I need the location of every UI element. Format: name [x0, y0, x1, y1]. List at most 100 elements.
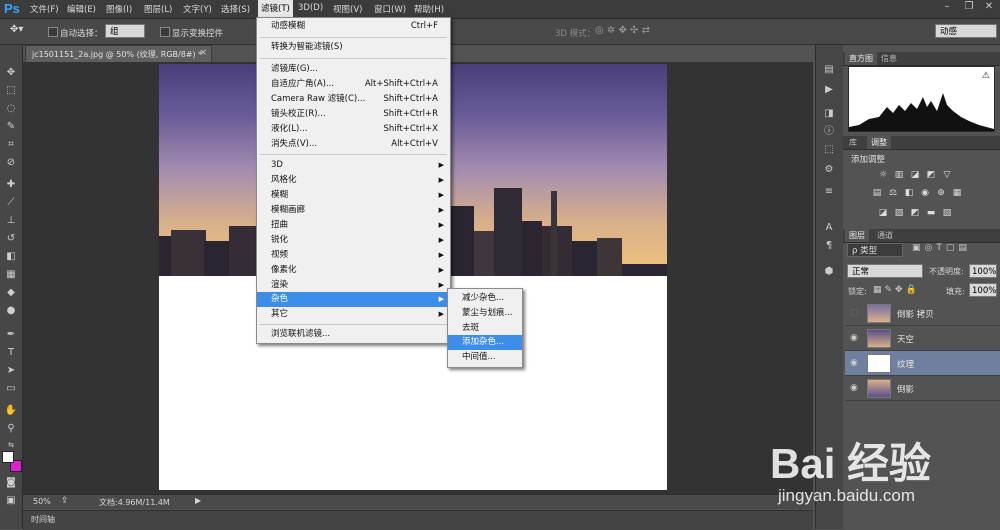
- blur-tool-icon[interactable]: ◆: [3, 285, 19, 301]
- tab-histogram[interactable]: 直方图: [845, 52, 877, 65]
- blend-mode-dropdown[interactable]: 正常: [847, 264, 923, 278]
- paragraph-panel-icon[interactable]: ¶: [822, 239, 836, 253]
- layer-row[interactable]: ▢ 倒影 拷贝: [845, 301, 1000, 326]
- menu-item-pixelate[interactable]: 像素化 ▶: [257, 263, 450, 278]
- threshold-icon[interactable]: ◩: [910, 208, 920, 218]
- menu-item-distort[interactable]: 扭曲 ▶: [257, 218, 450, 233]
- submenu-item-reduce-noise[interactable]: 减少杂色...: [448, 291, 522, 306]
- minimize-icon[interactable]: –: [936, 1, 958, 15]
- brush-panel-icon[interactable]: ≡: [822, 185, 836, 199]
- auto-select-dropdown[interactable]: 组: [105, 24, 145, 38]
- crop-tool-icon[interactable]: ⌗: [3, 137, 19, 153]
- fill-input[interactable]: 100%: [969, 283, 997, 297]
- maximize-icon[interactable]: ❐: [958, 1, 980, 15]
- dodge-tool-icon[interactable]: ●: [3, 303, 19, 319]
- menu-item-liquify[interactable]: 液化(L)... Shift+Ctrl+X: [257, 122, 450, 137]
- color-lookup-icon[interactable]: ▦: [952, 188, 962, 198]
- timeline-label[interactable]: 时间轴: [31, 514, 55, 525]
- menu-item-blur-gallery[interactable]: 模糊画廊 ▶: [257, 203, 450, 218]
- styles-panel-icon[interactable]: ⬚: [822, 143, 836, 157]
- menu-item-blur[interactable]: 模糊 ▶: [257, 188, 450, 203]
- foreground-color-swatch[interactable]: [2, 451, 14, 463]
- brush-tool-icon[interactable]: ⟋: [3, 195, 19, 211]
- menu-edit[interactable]: 编辑(E): [67, 3, 96, 15]
- 3d-panel-icon[interactable]: ⬢: [822, 265, 836, 279]
- warning-icon[interactable]: ⚠: [982, 71, 990, 81]
- layer-row[interactable]: ◉ 天空: [845, 326, 1000, 351]
- quick-select-tool-icon[interactable]: ✎: [3, 119, 19, 135]
- healing-tool-icon[interactable]: ✚: [3, 177, 19, 193]
- color-balance-icon[interactable]: ⚖: [888, 188, 898, 198]
- 3d-mode-icons[interactable]: ◎ ✲ ✥ ✣ ⇄: [595, 25, 650, 36]
- menu-item-noise[interactable]: 杂色 ▶: [257, 292, 450, 307]
- invert-icon[interactable]: ◪: [878, 208, 888, 218]
- gradient-tool-icon[interactable]: ▦: [3, 267, 19, 283]
- menu-item-convert-smart-filter[interactable]: 转换为智能滤镜(S): [257, 40, 450, 55]
- tab-adjustments[interactable]: 调整: [867, 136, 891, 149]
- menu-item-camera-raw[interactable]: Camera Raw 滤镜(C)... Shift+Ctrl+A: [257, 92, 450, 107]
- history-panel-icon[interactable]: ▤: [822, 63, 836, 77]
- tab-info[interactable]: 信息: [877, 52, 901, 65]
- posterize-icon[interactable]: ▨: [894, 208, 904, 218]
- visibility-off-icon[interactable]: ▢: [850, 308, 859, 318]
- eye-icon[interactable]: ◉: [850, 383, 858, 393]
- menu-view[interactable]: 视图(V): [333, 3, 362, 15]
- vibrance-icon[interactable]: ▽: [942, 170, 952, 180]
- lock-icons[interactable]: ▦✎✥🔒: [873, 285, 920, 295]
- pen-tool-icon[interactable]: ✒: [3, 327, 19, 343]
- menu-file[interactable]: 文件(F): [30, 3, 59, 15]
- eyedropper-tool-icon[interactable]: ⊘: [3, 155, 19, 171]
- history-brush-tool-icon[interactable]: ↺: [3, 231, 19, 247]
- menu-item-sharpen[interactable]: 锐化 ▶: [257, 233, 450, 248]
- gradient-map-icon[interactable]: ▬: [926, 208, 936, 218]
- marquee-tool-icon[interactable]: ⬚: [3, 83, 19, 99]
- layer-filter-icons[interactable]: ▣◎T▢▤: [912, 243, 971, 253]
- exposure-icon[interactable]: ◩: [926, 170, 936, 180]
- menu-type[interactable]: 文字(Y): [183, 3, 212, 15]
- eye-icon[interactable]: ◉: [850, 358, 858, 368]
- tab-layers[interactable]: 图层: [845, 229, 869, 242]
- info-panel-icon[interactable]: ⓘ: [822, 125, 836, 139]
- menu-item-3d[interactable]: 3D ▶: [257, 158, 450, 173]
- eraser-tool-icon[interactable]: ◧: [3, 249, 19, 265]
- tab-channels[interactable]: 通道: [873, 229, 897, 242]
- opacity-input[interactable]: 100%: [969, 264, 997, 278]
- layer-kind-filter[interactable]: ρ 类型: [847, 243, 903, 257]
- layer-row[interactable]: ◉ 倒影: [845, 376, 1000, 401]
- layer-row-selected[interactable]: ◉ 纹理: [845, 351, 1000, 376]
- eye-icon[interactable]: ◉: [850, 333, 858, 343]
- actions-panel-icon[interactable]: ▶: [822, 83, 836, 97]
- menu-3d[interactable]: 3D(D): [298, 3, 323, 13]
- menu-item-stylize[interactable]: 风格化 ▶: [257, 173, 450, 188]
- close-document-icon[interactable]: ×: [199, 48, 207, 58]
- menu-item-render[interactable]: 渲染 ▶: [257, 278, 450, 293]
- channel-mixer-icon[interactable]: ⊕: [936, 188, 946, 198]
- close-icon[interactable]: ✕: [978, 1, 1000, 15]
- quick-mask-icon[interactable]: ◙: [3, 475, 19, 491]
- photo-filter-icon[interactable]: ◉: [920, 188, 930, 198]
- menu-layer[interactable]: 图层(L): [144, 3, 172, 15]
- screen-mode-icon[interactable]: ▣: [3, 493, 19, 509]
- black-white-icon[interactable]: ◧: [904, 188, 914, 198]
- stamp-tool-icon[interactable]: ⊥: [3, 213, 19, 229]
- move-tool-icon[interactable]: ✥: [3, 65, 19, 81]
- menu-image[interactable]: 图像(I): [106, 3, 132, 15]
- hand-tool-icon[interactable]: ✋: [3, 403, 19, 419]
- menu-item-motion-blur[interactable]: 动感模糊 Ctrl+F: [257, 19, 450, 34]
- menu-item-adaptive-wide-angle[interactable]: 自适应广角(A)... Alt+Shift+Ctrl+A: [257, 77, 450, 92]
- menu-item-vanishing-point[interactable]: 消失点(V)... Alt+Ctrl+V: [257, 137, 450, 152]
- menu-window[interactable]: 窗口(W): [374, 3, 406, 15]
- shape-tool-icon[interactable]: ▭: [3, 381, 19, 397]
- menu-item-lens-correction[interactable]: 镜头校正(R)... Shift+Ctrl+R: [257, 107, 450, 122]
- menu-item-browse-filters-online[interactable]: 浏览联机滤镜...: [257, 327, 450, 342]
- menu-help[interactable]: 帮助(H): [414, 3, 444, 15]
- path-select-tool-icon[interactable]: ➤: [3, 363, 19, 379]
- zoom-level[interactable]: 50%: [33, 497, 51, 506]
- share-icon[interactable]: ⇪: [61, 496, 69, 506]
- curves-icon[interactable]: ◪: [910, 170, 920, 180]
- submenu-item-median[interactable]: 中间值...: [448, 350, 522, 365]
- menu-item-video[interactable]: 视频 ▶: [257, 248, 450, 263]
- status-menu-arrow-icon[interactable]: ▶: [195, 496, 201, 505]
- submenu-item-despeckle[interactable]: 去斑: [448, 321, 522, 336]
- character-panel-icon[interactable]: A: [822, 221, 836, 235]
